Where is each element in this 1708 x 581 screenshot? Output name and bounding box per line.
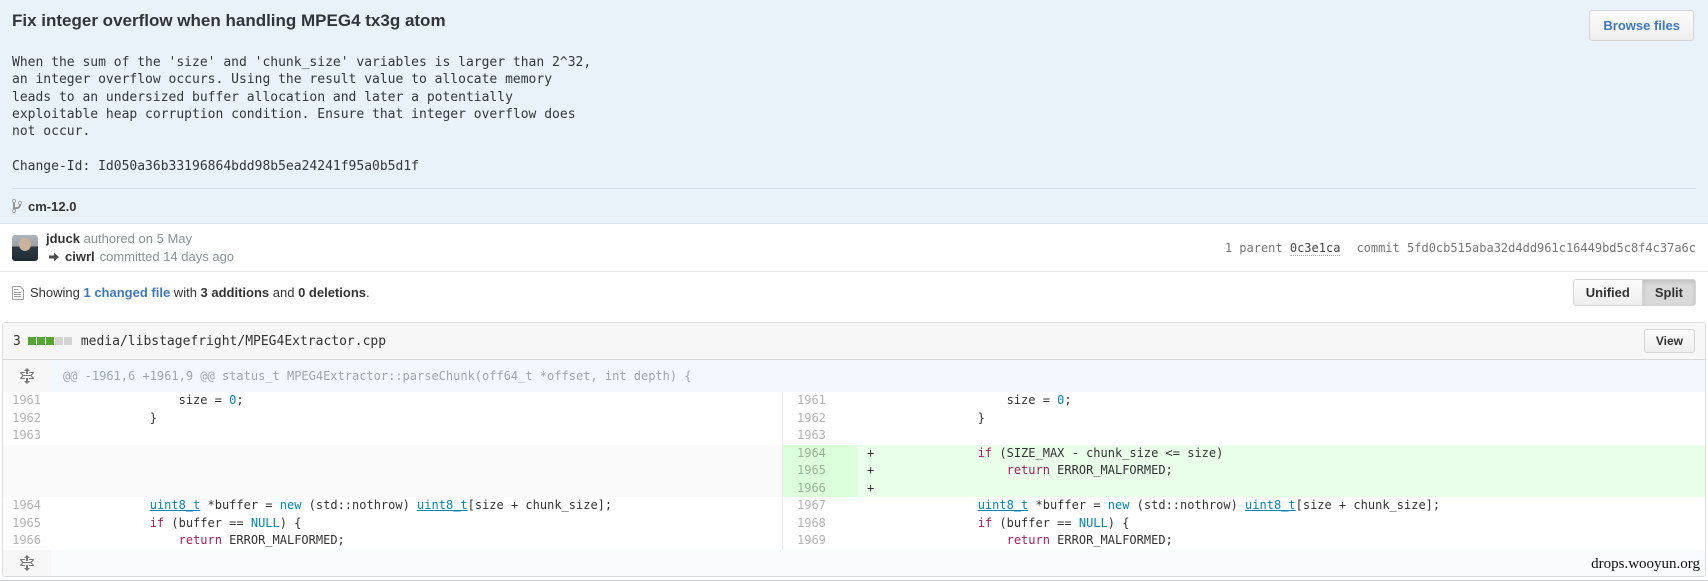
right-line-number[interactable]: 1969 (782, 532, 857, 550)
right-line-number[interactable]: 1967 (782, 497, 857, 515)
right-line-number[interactable]: 1964 (782, 445, 857, 463)
right-code-cell: uint8_t *buffer = new (std::nothrow) uin… (857, 497, 1705, 515)
commit-title: Fix integer overflow when handling MPEG4… (12, 11, 1589, 31)
left-line-number[interactable]: 1965 (3, 515, 51, 533)
left-code-cell: } (51, 410, 782, 428)
right-code-cell: + if (SIZE_MAX - chunk_size <= size) (857, 445, 1705, 463)
addition-marker: + (867, 462, 874, 480)
diffstat-neutral-block (64, 337, 72, 345)
bottom-expand-button[interactable] (3, 550, 51, 576)
left-code-cell: return ERROR_MALFORMED; (51, 532, 782, 550)
left-line-number[interactable]: 1966 (3, 532, 51, 550)
file-diff-icon (12, 285, 24, 301)
right-line-number[interactable]: 1963 (782, 427, 857, 445)
showing-prefix: Showing (30, 285, 83, 300)
commit-sha: 5fd0cb515aba32d4dd961c16449bd5c8f4c37a6c (1407, 241, 1696, 255)
author-name[interactable]: jduck (46, 231, 80, 246)
diff-view-switcher: Unified Split (1573, 279, 1696, 306)
left-line-number[interactable]: 1962 (3, 410, 51, 428)
bottom-filler (51, 550, 1705, 576)
left-code-cell: if (buffer == NULL) { (51, 515, 782, 533)
git-branch-icon (12, 198, 22, 214)
left-code-cell: size = 0; (51, 392, 782, 410)
unified-view-button[interactable]: Unified (1573, 279, 1643, 306)
left-code-cell: uint8_t *buffer = new (std::nothrow) uin… (51, 497, 782, 515)
right-line-number[interactable]: 1965 (782, 462, 857, 480)
split-view-button[interactable]: Split (1643, 279, 1696, 306)
parent-label: 1 parent (1225, 241, 1290, 255)
left-code-cell (51, 427, 782, 445)
right-code-cell: return ERROR_MALFORMED; (857, 532, 1705, 550)
author-row: jduck authored on 5 May ciwrl committed … (0, 224, 1708, 272)
left-empty-cell (51, 480, 782, 498)
left-empty-cell (51, 445, 782, 463)
arrow-right-icon (48, 251, 60, 263)
left-line-number[interactable]: 1963 (3, 427, 51, 445)
right-code-cell: + return ERROR_MALFORMED; (857, 462, 1705, 480)
right-code-cell: size = 0; (857, 392, 1705, 410)
branch-name[interactable]: cm-12.0 (28, 199, 76, 214)
right-code-cell: + (857, 480, 1705, 498)
unfold-icon[interactable] (20, 368, 34, 384)
left-empty-gutter (3, 462, 51, 480)
committer-name[interactable]: ciwrl (65, 249, 95, 264)
left-empty-gutter (3, 480, 51, 498)
unfold-icon[interactable] (20, 555, 34, 571)
deletions-count: 0 deletions (298, 285, 366, 300)
commit-shas: 1 parent 0c3e1ca commit 5fd0cb515aba32d4d… (1225, 241, 1696, 255)
left-line-number[interactable]: 1964 (3, 497, 51, 515)
diffstat-added-block (46, 337, 54, 345)
commit-header-box: Fix integer overflow when handling MPEG4… (0, 0, 1708, 224)
parent-sha-link[interactable]: 0c3e1ca (1290, 241, 1341, 256)
authored-date: authored on 5 May (84, 231, 192, 246)
commit-page: { "commit": { "title": "Fix integer over… (0, 0, 1708, 581)
browse-files-button[interactable]: Browse files (1589, 10, 1694, 41)
diffstat-added-block (28, 337, 36, 345)
diffstat-blocks (28, 337, 72, 345)
addition-marker: + (867, 445, 874, 463)
watermark: drops.wooyun.org (1591, 556, 1700, 573)
diffstat-neutral-block (55, 337, 63, 345)
avatar[interactable] (12, 235, 38, 261)
additions-count: 3 additions (201, 285, 270, 300)
hunk-expand-button[interactable] (3, 360, 51, 392)
hunk-header: @@ -1961,6 +1961,9 @@ status_t MPEG4Extr… (51, 360, 1705, 392)
commit-label: commit (1356, 241, 1407, 255)
left-empty-gutter (3, 445, 51, 463)
right-line-number[interactable]: 1966 (782, 480, 857, 498)
right-line-number[interactable]: 1968 (782, 515, 857, 533)
left-empty-cell (51, 462, 782, 480)
and-text: and (269, 285, 298, 300)
file-path[interactable]: media/libstagefright/MPEG4Extractor.cpp (81, 334, 386, 349)
right-code-cell (857, 427, 1705, 445)
file-box: 3 media/libstagefright/MPEG4Extractor.cp… (2, 322, 1706, 577)
right-code-cell: } (857, 410, 1705, 428)
diffstat-added-block (37, 337, 45, 345)
file-header: 3 media/libstagefright/MPEG4Extractor.cp… (3, 323, 1705, 360)
period-text: . (366, 285, 370, 300)
right-line-number[interactable]: 1962 (782, 410, 857, 428)
right-line-number[interactable]: 1961 (782, 392, 857, 410)
right-code-cell: if (buffer == NULL) { (857, 515, 1705, 533)
diff-toolbar: Showing 1 changed file with 3 additions … (0, 272, 1708, 312)
diff-table: @@ -1961,6 +1961,9 @@ status_t MPEG4Extr… (3, 360, 1705, 576)
file-changes-count: 3 (13, 334, 21, 349)
changed-files-link[interactable]: 1 changed file (83, 285, 170, 300)
committed-date: committed 14 days ago (100, 249, 234, 264)
left-line-number[interactable]: 1961 (3, 392, 51, 410)
commit-message: When the sum of the 'size' and 'chunk_si… (12, 54, 1696, 175)
addition-marker: + (867, 480, 874, 498)
view-button[interactable]: View (1644, 329, 1695, 353)
with-text: with (170, 285, 200, 300)
branch-row: cm-12.0 (12, 188, 1696, 223)
